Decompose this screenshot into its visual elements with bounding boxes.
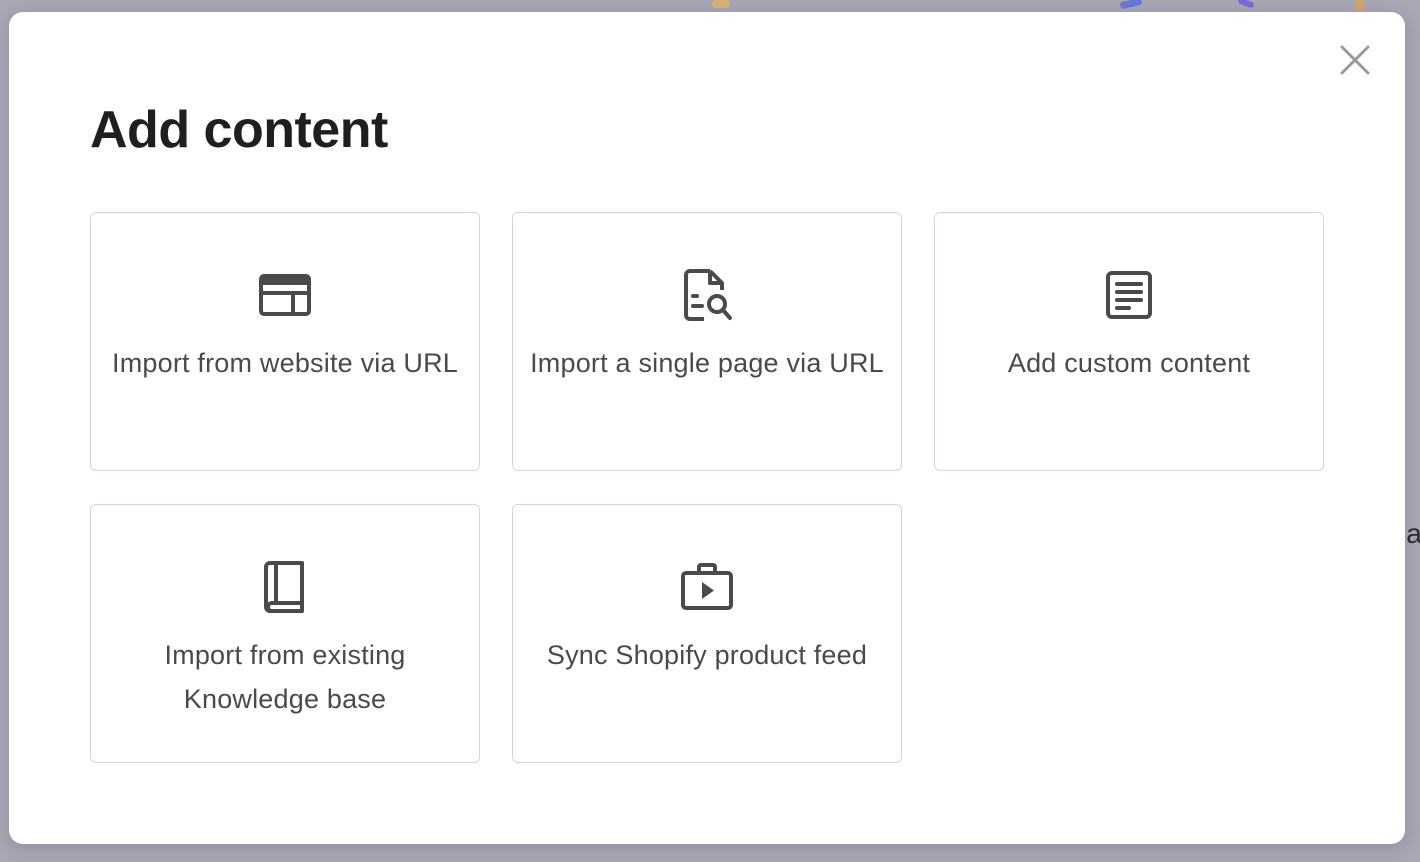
add-content-modal: Add content Import from website via URL — [9, 12, 1405, 844]
option-sync-shopify[interactable]: Sync Shopify product feed — [512, 504, 902, 763]
document-search-icon — [679, 269, 735, 321]
background-decoration — [1237, 0, 1255, 9]
close-button[interactable] — [1337, 42, 1373, 78]
document-text-icon — [1101, 269, 1157, 321]
background-decoration — [712, 0, 730, 8]
close-icon[interactable] — [1340, 45, 1370, 75]
shopping-bag-play-icon — [679, 561, 735, 613]
option-import-knowledge-base[interactable]: Import from existing Knowledge base — [90, 504, 480, 763]
option-label: Import from website via URL — [112, 348, 458, 378]
option-import-website[interactable]: Import from website via URL — [90, 212, 480, 471]
option-label: Import from existing Knowledge base — [164, 640, 406, 714]
book-icon — [257, 561, 313, 613]
option-label: Add custom content — [1007, 348, 1251, 378]
option-add-custom-content[interactable]: Add custom content — [934, 212, 1324, 471]
option-import-single-page[interactable]: Import a single page via URL — [512, 212, 902, 471]
content-options-grid: Import from website via URL Import a sin… — [90, 212, 1324, 763]
option-label: Sync Shopify product feed — [546, 640, 868, 670]
option-label: Import a single page via URL — [530, 348, 884, 378]
modal-title: Add content — [90, 101, 388, 159]
website-layout-icon — [257, 269, 313, 321]
background-decoration — [1119, 0, 1143, 10]
background-decoration — [1354, 0, 1366, 12]
